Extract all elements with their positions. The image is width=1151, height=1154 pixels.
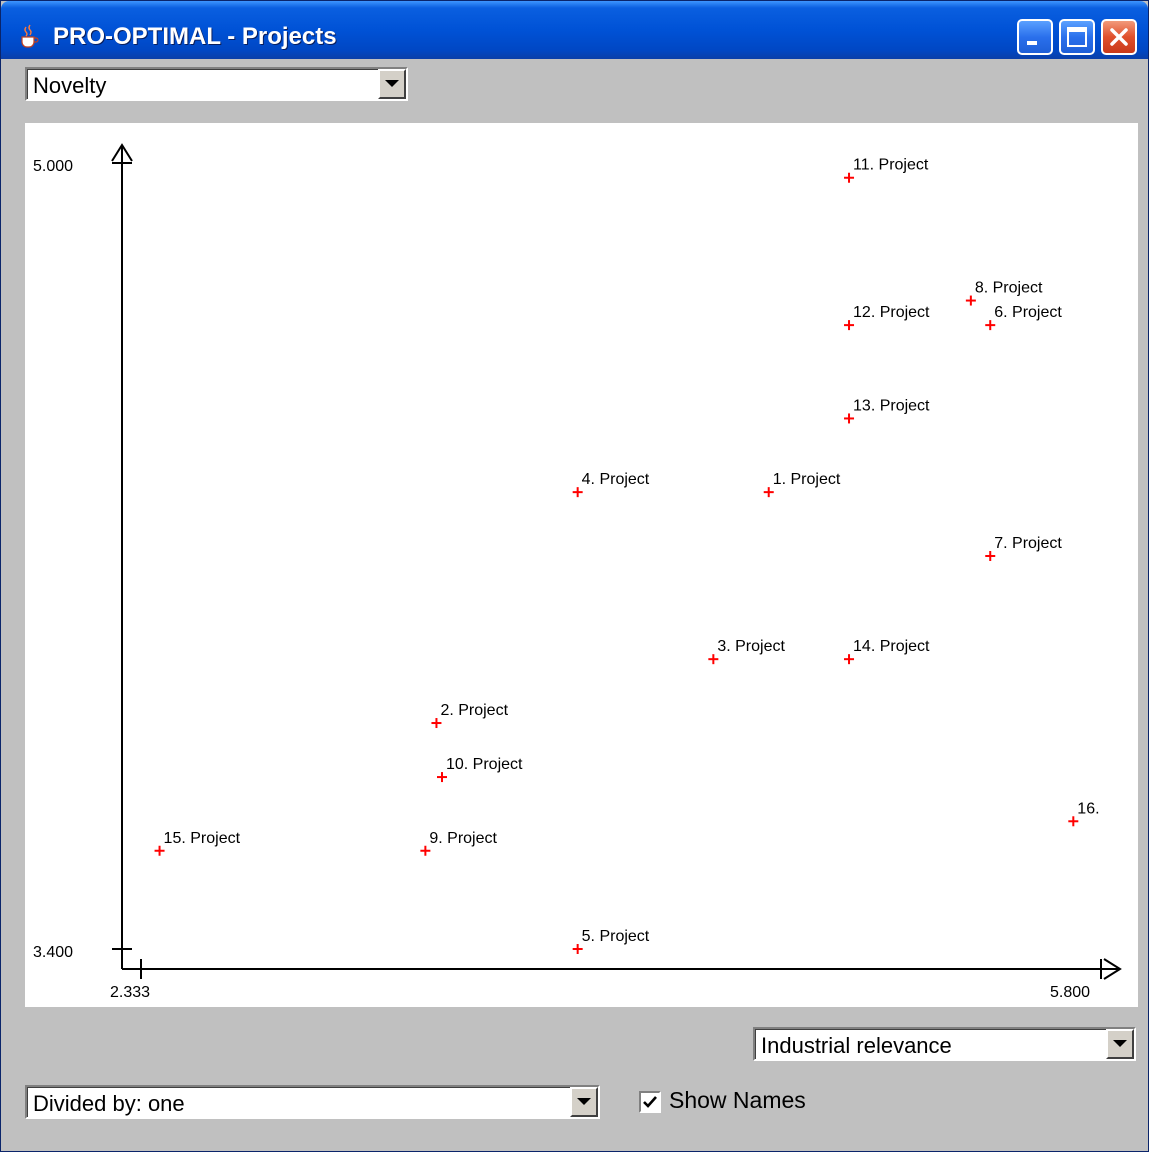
maximize-button[interactable] <box>1059 19 1095 55</box>
y-tick-label-max: 5.000 <box>33 158 73 175</box>
x-tick-label-min: 2.333 <box>110 984 150 1001</box>
point-label: 7. Project <box>994 535 1062 552</box>
x-tick-label-max: 5.800 <box>1050 984 1090 1001</box>
data-point: 14. Project <box>844 638 930 665</box>
data-point: 15. Project <box>154 830 241 856</box>
show-names-label[interactable]: Show Names <box>669 1087 806 1114</box>
point-label: 9. Project <box>429 830 497 847</box>
java-cup-icon <box>21 24 39 48</box>
point-label: 13. Project <box>853 397 930 414</box>
chevron-down-icon <box>385 80 399 87</box>
checkmark-icon <box>643 1096 657 1108</box>
chevron-down-icon <box>577 1098 591 1105</box>
x-axis-dropdown-arrow-button[interactable] <box>1106 1029 1134 1059</box>
data-points: 1. Project 2. Project 3. Project 4. Project… <box>154 157 1100 954</box>
point-label: 14. Project <box>853 638 930 655</box>
point-label: 10. Project <box>446 756 523 773</box>
minimize-button[interactable] <box>1017 19 1053 55</box>
point-label: 3. Project <box>717 638 785 655</box>
show-names-checkbox[interactable] <box>639 1091 661 1113</box>
x-axis-criterion-value: Industrial relevance <box>761 1033 952 1058</box>
data-point: 12. Project <box>844 304 930 331</box>
data-point: 8. Project <box>965 280 1043 306</box>
point-label: 15. Project <box>164 830 241 847</box>
data-point: 11. Project <box>844 157 929 183</box>
data-point: 4. Project <box>572 471 650 498</box>
x-axis-criterion-dropdown[interactable]: Industrial relevance <box>753 1027 1136 1061</box>
divisor-dropdown[interactable]: Divided by: one <box>25 1085 600 1119</box>
data-point: 9. Project <box>420 830 498 856</box>
data-point: 10. Project <box>436 756 523 783</box>
point-label: 5. Project <box>582 928 650 945</box>
point-label: 11. Project <box>853 157 929 174</box>
close-button[interactable] <box>1101 19 1137 55</box>
chevron-down-icon <box>1113 1040 1127 1047</box>
close-icon <box>1110 28 1128 46</box>
point-label: 1. Project <box>773 471 841 488</box>
data-point: 5. Project <box>572 928 650 954</box>
scatter-plot: 5.000 3.400 2.333 5.800 1. Project 2. Pro… <box>25 123 1138 1007</box>
scatter-plot-canvas: 5.000 3.400 2.333 5.800 1. Project 2. Pro… <box>33 143 1122 1001</box>
title-bar[interactable]: PRO-OPTIMAL - Projects <box>1 1 1148 59</box>
point-label: 8. Project <box>975 280 1043 297</box>
divisor-value: Divided by: one <box>33 1091 185 1116</box>
minimize-icon <box>1027 41 1037 45</box>
y-axis-criterion-value: Novelty <box>33 73 107 98</box>
data-point: 1. Project <box>763 471 841 498</box>
data-point: 16. <box>1068 800 1100 827</box>
y-axis-dropdown-arrow-button[interactable] <box>378 69 406 99</box>
data-point: 7. Project <box>985 535 1062 561</box>
maximize-icon <box>1067 27 1087 47</box>
point-label: 2. Project <box>440 702 508 719</box>
window-title: PRO-OPTIMAL - Projects <box>53 23 337 50</box>
data-point: 2. Project <box>431 702 509 729</box>
data-point: 3. Project <box>708 638 785 665</box>
point-label: 16. <box>1077 800 1099 817</box>
point-label: 12. Project <box>853 304 930 321</box>
divisor-dropdown-arrow-button[interactable] <box>570 1087 598 1117</box>
y-tick-label-min: 3.400 <box>33 944 73 961</box>
point-label: 4. Project <box>582 471 650 488</box>
point-label: 6. Project <box>994 304 1062 321</box>
projects-window: PRO-OPTIMAL - Projects Novelty 5.000 3.4… <box>0 0 1149 1152</box>
y-axis-criterion-dropdown[interactable]: Novelty <box>25 67 408 101</box>
data-point: 6. Project <box>985 304 1062 331</box>
data-point: 13. Project <box>844 397 930 424</box>
